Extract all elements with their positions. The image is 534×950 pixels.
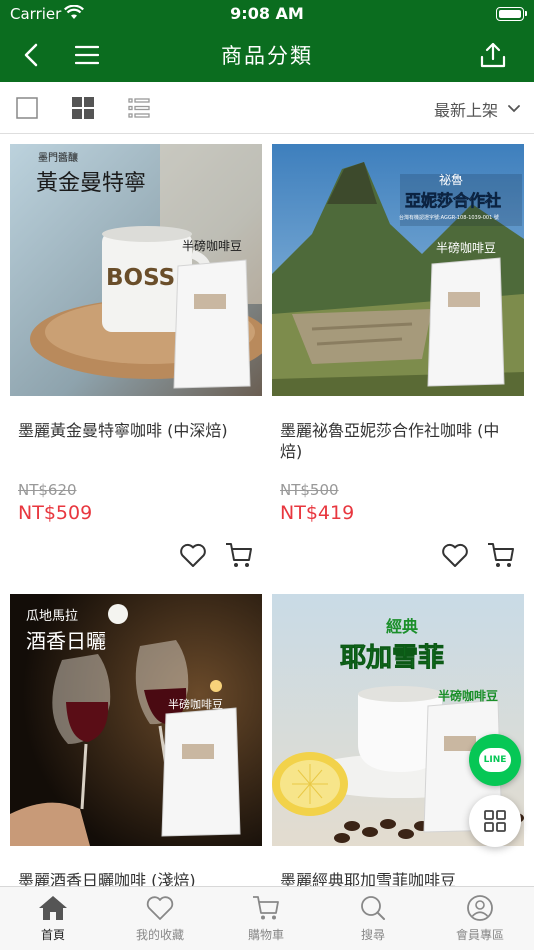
tab-label: 購物車 xyxy=(247,928,284,942)
battery-icon xyxy=(496,7,527,21)
status-bar: Carrier 9:08 AM xyxy=(0,0,534,28)
line-chat-button[interactable]: LINE xyxy=(469,734,521,786)
app-screen: Carrier 9:08 AM 商品分類 最新上架 BOSS 墨門醬釀 黃金曼特… xyxy=(0,0,534,950)
list-icon xyxy=(128,98,150,118)
cart-icon xyxy=(488,543,514,567)
cart-icon xyxy=(226,543,252,567)
grid-icon xyxy=(72,97,94,119)
user-icon xyxy=(467,895,493,921)
add-to-cart-button[interactable] xyxy=(224,540,254,570)
favorite-button[interactable] xyxy=(178,540,208,570)
chevron-down-icon xyxy=(508,105,520,113)
cart-icon xyxy=(253,896,279,920)
tab-search[interactable]: 搜尋 xyxy=(320,895,426,943)
share-icon xyxy=(480,42,506,68)
search-icon xyxy=(361,896,385,920)
nav-bar: 商品分類 xyxy=(0,28,534,82)
sale-price: NT$509 xyxy=(18,502,93,524)
sale-price: NT$419 xyxy=(280,502,355,524)
quick-menu-button[interactable] xyxy=(469,795,521,847)
product-name[interactable]: 墨麗黃金曼特寧咖啡 (中深焙) xyxy=(18,420,258,441)
product-image[interactable]: 祕魯 亞妮莎合作社 台灣有機認證字號:AGGR-108-1039-001 號 半… xyxy=(272,144,524,396)
image-bag-label: 半磅咖啡豆 xyxy=(182,238,242,253)
product-image[interactable]: 瓜地馬拉 酒香日曬 半磅咖啡豆 xyxy=(10,594,262,846)
image-title-text: 酒香日曬 xyxy=(26,629,106,653)
image-brand-text: 墨門醬釀 xyxy=(38,151,78,164)
heart-icon xyxy=(180,543,206,567)
favorite-button[interactable] xyxy=(440,540,470,570)
sort-dropdown[interactable]: 最新上架 xyxy=(434,97,520,121)
tab-label: 首頁 xyxy=(40,928,65,942)
image-title-small: 瓜地馬拉 xyxy=(26,609,78,624)
tab-favorites[interactable]: 我的收藏 xyxy=(107,895,213,943)
sort-label: 最新上架 xyxy=(433,101,498,120)
image-title-small: 祕魯 xyxy=(439,173,463,187)
mug-text: BOSS xyxy=(106,265,175,291)
list-view-button[interactable] xyxy=(128,97,150,119)
tab-label: 會員專區 xyxy=(455,928,504,942)
tab-cart[interactable]: 購物車 xyxy=(213,895,319,943)
image-title-text: 耶加雪菲 xyxy=(340,643,444,673)
original-price: NT$500 xyxy=(280,481,339,499)
tab-home[interactable]: 首頁 xyxy=(0,895,106,943)
original-price: NT$620 xyxy=(18,481,77,499)
status-time: 9:08 AM xyxy=(230,4,304,23)
product-name[interactable]: 墨麗祕魯亞妮莎合作社咖啡 (中焙) xyxy=(280,420,520,462)
share-button[interactable] xyxy=(476,38,510,72)
tab-label: 我的收藏 xyxy=(135,928,184,942)
add-to-cart-button[interactable] xyxy=(486,540,516,570)
page-title: 商品分類 xyxy=(221,44,313,68)
heart-icon xyxy=(146,896,174,920)
image-bag-label: 半磅咖啡豆 xyxy=(436,240,496,255)
single-view-button[interactable] xyxy=(16,97,38,119)
home-icon xyxy=(39,896,67,920)
image-subtitle-text: 台灣有機認證字號:AGGR-108-1039-001 號 xyxy=(399,214,499,221)
apps-grid-icon xyxy=(484,810,506,832)
product-image[interactable]: BOSS 墨門醬釀 黃金曼特寧 半磅咖啡豆 xyxy=(10,144,262,396)
image-bag-label: 半磅咖啡豆 xyxy=(438,688,498,703)
tab-label: 搜尋 xyxy=(360,928,385,942)
heart-icon xyxy=(442,543,468,567)
grid-view-button[interactable] xyxy=(72,97,94,119)
line-icon: LINE xyxy=(479,748,511,772)
square-icon xyxy=(16,97,38,119)
image-bag-label: 半磅咖啡豆 xyxy=(168,697,223,711)
image-title-text: 黃金曼特寧 xyxy=(36,171,146,196)
image-title-small: 經典 xyxy=(386,617,418,636)
image-title-text: 亞妮莎合作社 xyxy=(405,191,501,210)
tab-bar: 首頁 我的收藏 購物車 搜尋 會員專區 xyxy=(0,886,534,950)
tab-member[interactable]: 會員專區 xyxy=(427,895,533,943)
filter-bar: 最新上架 xyxy=(0,82,534,134)
